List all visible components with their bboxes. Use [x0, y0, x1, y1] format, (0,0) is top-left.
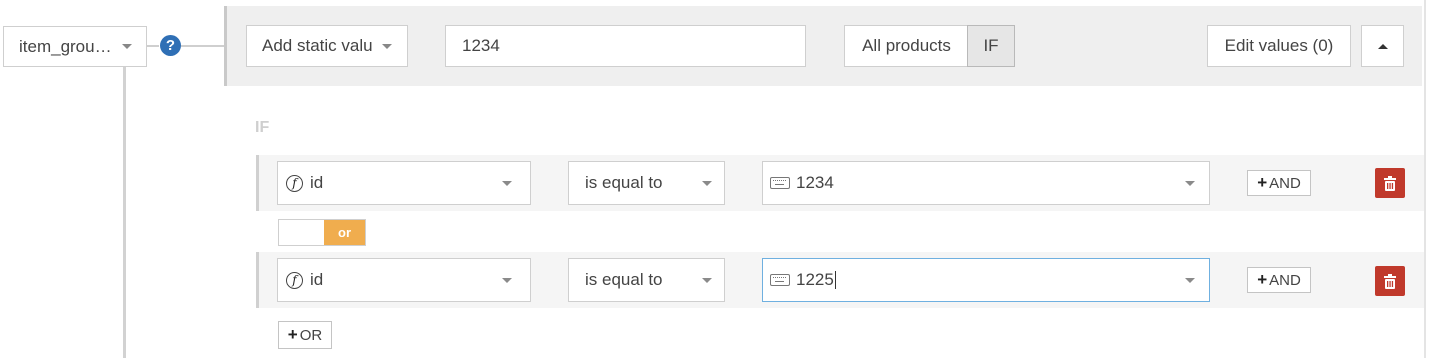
chevron-down-icon	[502, 180, 512, 186]
add-and-button[interactable]: + AND	[1247, 170, 1311, 196]
if-toggle-label: IF	[983, 36, 999, 55]
or-toggle-on[interactable]: or	[324, 220, 365, 245]
add-and-label: AND	[1269, 174, 1301, 192]
connector-line	[181, 45, 227, 47]
condition-operator-value: is equal to	[585, 270, 663, 289]
or-toggle-off[interactable]	[279, 220, 324, 245]
all-products-label: All products	[862, 36, 951, 55]
condition-value-text: 1225	[796, 270, 834, 289]
condition-operator-select[interactable]: is equal to	[568, 258, 725, 302]
condition-value-input[interactable]: 1225	[762, 258, 1210, 302]
edit-values-button[interactable]: Edit values (0)	[1207, 25, 1351, 67]
add-and-button[interactable]: + AND	[1247, 267, 1311, 293]
keyboard-icon	[770, 274, 790, 286]
chevron-up-icon	[1377, 43, 1388, 49]
static-value-text: 1234	[462, 36, 500, 55]
text-cursor	[834, 271, 836, 289]
condition-operator-value: is equal to	[585, 173, 663, 192]
chevron-down-icon	[1185, 180, 1195, 186]
function-icon: f	[286, 271, 303, 289]
field-select[interactable]: item_grou…	[3, 26, 147, 67]
add-and-label: AND	[1269, 271, 1301, 289]
or-toggle[interactable]: or	[278, 219, 366, 246]
if-toggle-button[interactable]: IF	[967, 25, 1015, 67]
condition-field-value: id	[310, 173, 324, 192]
chevron-down-icon	[702, 277, 712, 283]
collapse-button[interactable]	[1361, 25, 1404, 67]
panel-border	[1424, 0, 1426, 358]
add-or-button[interactable]: + OR	[278, 321, 332, 349]
trash-icon	[1384, 273, 1396, 289]
plus-icon: +	[287, 325, 298, 344]
chevron-down-icon	[502, 277, 512, 283]
condition-field-value: id	[310, 270, 324, 289]
delete-condition-button[interactable]	[1375, 168, 1405, 198]
tree-connector	[123, 67, 126, 358]
plus-icon: +	[1257, 173, 1268, 192]
or-toggle-label: or	[338, 225, 351, 240]
delete-condition-button[interactable]	[1375, 266, 1405, 296]
condition-field-select[interactable]: f id	[277, 258, 531, 302]
static-value-input[interactable]: 1234	[445, 25, 806, 67]
condition-field-select[interactable]: f id	[277, 161, 531, 205]
condition-operator-select[interactable]: is equal to	[568, 161, 725, 205]
condition-value-text: 1234	[796, 173, 834, 192]
plus-icon: +	[1257, 270, 1268, 289]
help-icon[interactable]: ?	[160, 35, 181, 56]
condition-value-input[interactable]: 1234	[762, 161, 1210, 205]
source-select-value: Add static valu	[262, 36, 373, 55]
trash-icon	[1384, 175, 1396, 191]
connector-line	[147, 45, 159, 47]
add-or-label: OR	[299, 326, 323, 344]
all-products-button[interactable]: All products	[844, 25, 969, 67]
chevron-down-icon	[702, 180, 712, 186]
edit-values-label: Edit values (0)	[1224, 36, 1334, 55]
function-icon: f	[286, 174, 303, 192]
chevron-down-icon	[121, 44, 132, 49]
keyboard-icon	[770, 177, 790, 189]
chevron-down-icon	[1185, 277, 1195, 283]
source-select[interactable]: Add static valu	[246, 25, 408, 67]
conditions-heading: IF	[255, 119, 270, 136]
chevron-down-icon	[381, 43, 392, 49]
field-select-value: item_grou…	[19, 36, 112, 56]
